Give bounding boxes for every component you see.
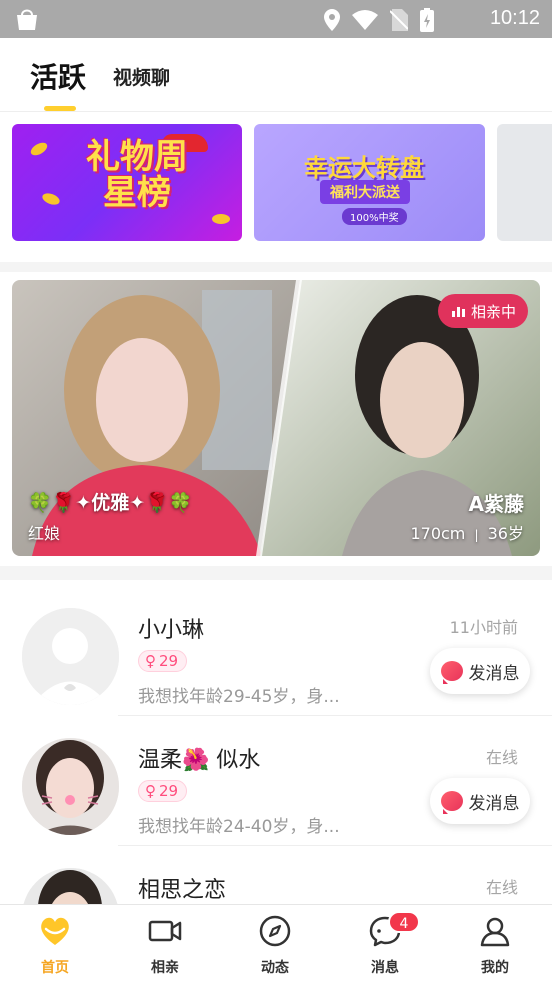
send-message-label: 发消息 bbox=[468, 663, 520, 684]
banner-gift-week-star[interactable]: 礼物周星榜 bbox=[12, 124, 242, 241]
age-value: 29 bbox=[159, 652, 179, 670]
nav-label: 首页 bbox=[41, 960, 69, 976]
send-message-button[interactable]: 发消息 bbox=[430, 648, 530, 694]
meta-separator: | bbox=[474, 528, 479, 542]
avatar[interactable] bbox=[22, 608, 119, 705]
message-bubble-icon bbox=[440, 661, 463, 684]
tab-indicator bbox=[44, 106, 76, 111]
wifi-icon bbox=[352, 10, 378, 30]
nav-home[interactable]: 首页 bbox=[0, 905, 110, 981]
send-message-button[interactable]: 发消息 bbox=[430, 778, 530, 824]
banner-carousel: 礼物周星榜 幸运大转盘 福利大派送 100%中奖 bbox=[0, 112, 552, 262]
online-status: 在线 bbox=[485, 878, 518, 897]
list-item[interactable]: 温柔🌺 似水 在线 ♀ 29 我想找年龄24-40岁，身... 发消息 bbox=[0, 716, 552, 846]
nav-messages[interactable]: 4 消息 bbox=[330, 905, 440, 981]
compass-icon bbox=[259, 915, 291, 947]
person-icon bbox=[480, 917, 510, 947]
user-name: 温柔🌺 似水 bbox=[138, 748, 261, 773]
last-active: 11小时前 bbox=[449, 618, 518, 637]
list-item[interactable]: 相思之恋 在线 bbox=[0, 846, 552, 904]
banner-title: 幸运大转盘 bbox=[304, 154, 424, 182]
app-bag-icon bbox=[17, 9, 37, 30]
section-divider bbox=[0, 262, 552, 272]
coin-decoration bbox=[212, 214, 230, 224]
tab-video-chat[interactable]: 视频聊 bbox=[113, 63, 170, 90]
guest-age: 36岁 bbox=[487, 524, 524, 543]
guest-name: A紫藤 bbox=[468, 492, 524, 516]
user-list: 小小琳 11小时前 ♀ 29 我想找年龄29-45岁，身... 发消息 温柔🌺 … bbox=[0, 586, 552, 904]
live-matchmaking-badge: 相亲中 bbox=[437, 294, 528, 328]
section-divider bbox=[0, 566, 552, 580]
top-tab-bar: 活跃 视频聊 bbox=[0, 38, 552, 112]
heart-home-icon bbox=[41, 917, 69, 945]
user-name: 小小琳 bbox=[138, 618, 205, 643]
banner-next-peek[interactable] bbox=[497, 124, 552, 241]
nav-label: 相亲 bbox=[151, 960, 179, 976]
coin-decoration bbox=[28, 140, 50, 158]
age-value: 29 bbox=[159, 782, 179, 800]
send-message-label: 发消息 bbox=[468, 793, 520, 814]
no-sim-icon bbox=[390, 9, 408, 31]
banner-title: 礼物周星榜 bbox=[86, 137, 188, 213]
battery-charging-icon bbox=[420, 8, 434, 32]
female-icon: ♀ bbox=[145, 782, 156, 800]
unread-badge: 4 bbox=[388, 911, 420, 933]
status-bar: 10:12 bbox=[0, 0, 552, 38]
nav-moments[interactable]: 动态 bbox=[220, 905, 330, 981]
age-badge: ♀ 29 bbox=[138, 780, 188, 802]
guest-meta: 170cm | 36岁 bbox=[410, 520, 524, 544]
bottom-navigation: 首页 相亲 动态 4 消息 我的 bbox=[0, 904, 552, 981]
user-photo bbox=[22, 738, 119, 835]
user-description: 我想找年龄29-45岁，身... bbox=[138, 687, 340, 707]
live-bars-icon bbox=[451, 305, 465, 317]
tab-active-users[interactable]: 活跃 bbox=[30, 56, 86, 96]
avatar[interactable] bbox=[22, 738, 119, 835]
banner-pill: 100%中奖 bbox=[342, 208, 407, 225]
nav-label: 消息 bbox=[371, 960, 399, 976]
avatar[interactable] bbox=[22, 868, 119, 904]
location-icon bbox=[324, 9, 340, 31]
user-description: 我想找年龄24-40岁，身... bbox=[138, 817, 340, 837]
live-badge-label: 相亲中 bbox=[470, 302, 516, 321]
default-avatar-icon bbox=[22, 608, 119, 705]
nav-label: 我的 bbox=[481, 960, 509, 976]
nav-label: 动态 bbox=[261, 960, 289, 976]
user-name: 相思之恋 bbox=[138, 878, 227, 903]
user-photo bbox=[22, 868, 119, 904]
online-status: 在线 bbox=[485, 748, 518, 767]
banner-subtitle: 福利大派送 bbox=[320, 180, 410, 204]
age-badge: ♀ 29 bbox=[138, 650, 188, 672]
coin-decoration bbox=[40, 191, 62, 207]
nav-profile[interactable]: 我的 bbox=[440, 905, 550, 981]
list-item[interactable]: 小小琳 11小时前 ♀ 29 我想找年龄29-45岁，身... 发消息 bbox=[0, 586, 552, 716]
featured-matchmaking-card[interactable]: 相亲中 🍀🌹✦优雅✦🌹🍀 红娘 A紫藤 170cm | 36岁 bbox=[12, 280, 540, 556]
nav-matchmaking[interactable]: 相亲 bbox=[110, 905, 220, 981]
female-icon: ♀ bbox=[145, 652, 156, 670]
matchmaker-name: 🍀🌹✦优雅✦🌹🍀 bbox=[28, 492, 193, 514]
matchmaker-role: 红娘 bbox=[28, 524, 61, 543]
clock: 10:12 bbox=[489, 7, 540, 29]
guest-height: 170cm bbox=[410, 524, 466, 543]
banner-lucky-wheel[interactable]: 幸运大转盘 福利大派送 100%中奖 bbox=[254, 124, 485, 241]
video-camera-icon bbox=[148, 920, 182, 942]
message-bubble-icon bbox=[440, 791, 463, 814]
